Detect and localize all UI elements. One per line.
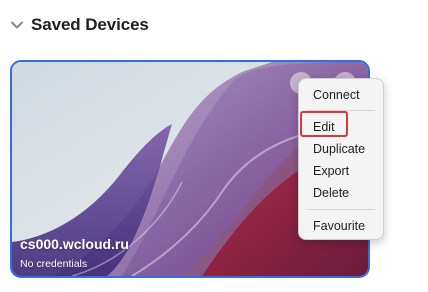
device-credentials: No credentials	[20, 258, 88, 270]
chevron-down-icon[interactable]	[8, 16, 26, 34]
menu-item-connect[interactable]: Connect	[313, 87, 360, 103]
section-title: Saved Devices	[31, 15, 149, 34]
menu-item-delete[interactable]: Delete	[313, 185, 349, 201]
device-host: cs000.wcloud.ru	[20, 236, 129, 252]
saved-devices-header[interactable]: Saved Devices	[8, 12, 149, 38]
edit-highlight-box	[300, 111, 348, 137]
menu-item-export[interactable]: Export	[313, 163, 349, 179]
context-menu: Connect Edit Duplicate Export Delete Fav…	[298, 78, 384, 240]
menu-item-duplicate[interactable]: Duplicate	[313, 141, 365, 157]
menu-item-favourite[interactable]: Favourite	[313, 218, 365, 234]
menu-separator	[307, 209, 375, 210]
